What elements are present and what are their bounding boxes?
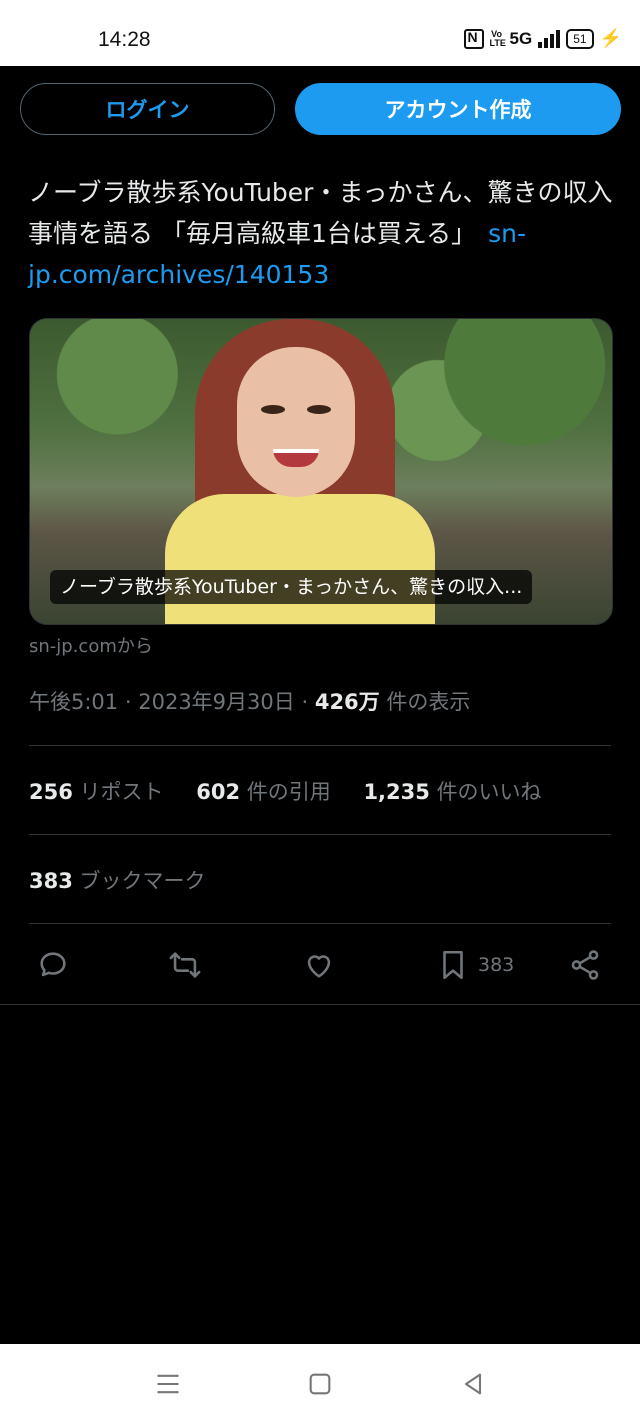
tweet-text: ノーブラ散歩系YouTuber・まっかさん、驚きの収入事情を語る 「毎月高級車1… [28, 172, 613, 295]
card-source[interactable]: sn-jp.comから [29, 632, 153, 658]
quotes-count: 602 [196, 780, 241, 804]
divider [29, 745, 611, 746]
like-icon [307, 955, 331, 978]
bookmark-count: 383 [478, 954, 515, 976]
volte-icon: Vo LTE [489, 28, 506, 48]
status-icons: Vo LTE 5G 51 ⚡ [463, 28, 622, 49]
status-time: 14:28 [98, 28, 151, 51]
share-button[interactable] [568, 942, 602, 988]
divider [0, 1004, 640, 1005]
tweet-date[interactable]: 2023年9月30日 [138, 690, 295, 714]
reply-icon [40, 952, 66, 977]
eye-left [261, 405, 285, 414]
repost-icon [169, 952, 201, 978]
views-label: 件の表示 [386, 690, 471, 714]
divider [29, 834, 611, 835]
home-icon[interactable] [306, 1370, 334, 1398]
tweet-meta: 午後5:01 · 2023年9月30日 · 426万 件の表示 [29, 686, 470, 716]
clothing [165, 494, 435, 624]
likes-label: 件のいいね [436, 780, 542, 804]
reposts-stat[interactable]: 256 リポスト [29, 780, 170, 804]
tweet-time[interactable]: 午後5:01 [29, 690, 118, 714]
like-button[interactable] [302, 942, 336, 988]
likes-stat[interactable]: 1,235 件のいいね [363, 780, 541, 804]
reposts-label: リポスト [79, 780, 164, 804]
meta-separator: · [301, 690, 309, 714]
network-type: 5G [509, 28, 533, 48]
tweet-actions: 383 [0, 942, 640, 988]
create-account-button[interactable]: アカウント作成 [295, 83, 621, 135]
bookmark-button[interactable]: 383 [436, 942, 514, 988]
reposts-count: 256 [29, 780, 73, 804]
meta-separator: · [124, 690, 132, 714]
card-caption: ノーブラ散歩系YouTuber・まっかさん、驚きの収入... [50, 570, 533, 604]
reply-button[interactable] [36, 942, 70, 988]
bookmarks-stat[interactable]: 383 ブックマーク [29, 865, 206, 895]
eye-right [307, 405, 331, 414]
charging-icon: ⚡ [599, 28, 622, 48]
bookmarks-label: ブックマーク [79, 869, 206, 893]
views-count: 426万 [314, 690, 380, 714]
link-card-image[interactable]: ノーブラ散歩系YouTuber・まっかさん、驚きの収入... [29, 318, 613, 625]
share-icon [571, 950, 599, 980]
menu-icon[interactable] [154, 1370, 182, 1398]
status-bar: 14:28 Vo LTE 5G 51 ⚡ [0, 0, 640, 66]
login-button[interactable]: ログイン [20, 83, 275, 135]
bookmarks-count: 383 [29, 869, 73, 893]
tweet-stats: 256 リポスト 602 件の引用 1,235 件のいいね [29, 776, 568, 806]
face [237, 347, 355, 497]
auth-bar: ログイン アカウント作成 [0, 66, 640, 152]
nfc-icon [463, 28, 484, 49]
mouth [273, 449, 319, 467]
divider [29, 923, 611, 924]
likes-count: 1,235 [363, 780, 430, 804]
signal-icon [538, 29, 561, 48]
bookmark-icon [443, 950, 463, 980]
back-icon[interactable] [459, 1370, 487, 1398]
system-nav-bar [0, 1344, 640, 1422]
quotes-stat[interactable]: 602 件の引用 [196, 780, 337, 804]
quotes-label: 件の引用 [246, 780, 331, 804]
repost-button[interactable] [168, 942, 202, 988]
battery-icon: 51 [566, 28, 594, 49]
